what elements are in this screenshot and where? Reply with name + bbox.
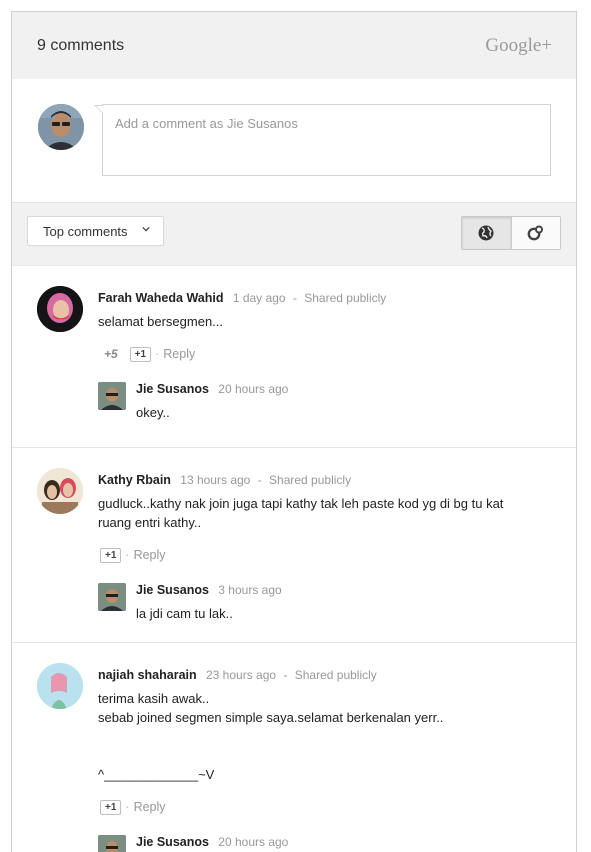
comment-actions: +5 +1 · Reply bbox=[104, 346, 196, 362]
comment-thread: Kathy Rbain 13 hours ago - Shared public… bbox=[12, 448, 576, 643]
sort-label: Top comments bbox=[43, 223, 128, 239]
circles-icon bbox=[527, 225, 544, 241]
chevron-down-icon bbox=[141, 226, 150, 232]
reply-link[interactable]: Reply bbox=[134, 548, 166, 562]
reply-timestamp[interactable]: 3 hours ago bbox=[218, 583, 281, 597]
compose-area bbox=[12, 79, 576, 203]
author-avatar[interactable] bbox=[37, 663, 83, 709]
reply-item: Jie Susanos 3 hours ago la jdi cam tu la… bbox=[12, 583, 576, 623]
comment-meta: Kathy Rbain 13 hours ago - Shared public… bbox=[98, 473, 352, 487]
comment-line: sebab joined segmen simple saya.selamat … bbox=[98, 710, 444, 725]
comment-input[interactable] bbox=[113, 115, 537, 132]
author-name[interactable]: najiah shaharain bbox=[98, 668, 197, 682]
comment-thread: Farah Waheda Wahid 1 day ago - Shared pu… bbox=[12, 266, 576, 448]
sort-dropdown[interactable]: Top comments bbox=[27, 216, 164, 246]
comment-thread: najiah shaharain 23 hours ago - Shared p… bbox=[12, 643, 576, 852]
comment-line bbox=[98, 727, 576, 746]
reply-item: Jie Susanos 20 hours ago okey.. bbox=[12, 382, 576, 422]
reply-avatar[interactable] bbox=[98, 583, 126, 611]
reply-timestamp[interactable]: 20 hours ago bbox=[218, 382, 288, 396]
comment-text: terima kasih awak.. sebab joined segmen … bbox=[98, 689, 576, 784]
comment-text: gudluck..kathy nak join juga tapi kathy … bbox=[98, 496, 504, 530]
comment-count: 9 comments bbox=[37, 36, 125, 54]
comment-box[interactable] bbox=[94, 104, 551, 176]
reply-link[interactable]: Reply bbox=[163, 347, 195, 361]
reply-author-name[interactable]: Jie Susanos bbox=[136, 583, 209, 597]
plus-one-button[interactable]: +1 bbox=[129, 346, 152, 362]
reply-text: okey.. bbox=[136, 405, 170, 420]
plus-one-button[interactable]: +1 bbox=[100, 799, 122, 815]
comment-meta: Farah Waheda Wahid 1 day ago - Shared pu… bbox=[98, 291, 387, 305]
view-toggle bbox=[461, 216, 561, 250]
public-view-button[interactable] bbox=[462, 217, 512, 249]
current-user-avatar[interactable] bbox=[38, 104, 84, 150]
author-avatar[interactable] bbox=[37, 468, 83, 514]
comments-toolbar: Top comments bbox=[12, 203, 576, 266]
reply-avatar[interactable] bbox=[98, 835, 126, 852]
reply-link[interactable]: Reply bbox=[134, 800, 166, 814]
comment-line: terima kasih awak.. bbox=[98, 691, 210, 706]
circles-view-button[interactable] bbox=[511, 217, 560, 249]
plus-count[interactable]: +5 bbox=[104, 347, 118, 361]
comment-meta: najiah shaharain 23 hours ago - Shared p… bbox=[98, 668, 377, 682]
reply-author-name[interactable]: Jie Susanos bbox=[136, 382, 209, 396]
timestamp[interactable]: 1 day ago bbox=[233, 291, 286, 305]
comment-text: selamat bersegmen... bbox=[98, 314, 224, 329]
comment-line: ^_____________~V bbox=[98, 767, 215, 782]
timestamp[interactable]: 23 hours ago bbox=[206, 668, 276, 682]
comment-line bbox=[98, 746, 576, 765]
reply-item: Jie Susanos 20 hours ago bbox=[12, 835, 576, 852]
plus-one-button[interactable]: +1 bbox=[100, 547, 122, 563]
reply-timestamp[interactable]: 20 hours ago bbox=[218, 835, 288, 849]
visibility-label: Shared publicly bbox=[294, 668, 377, 682]
widget-header: 9 comments Google+ bbox=[12, 12, 576, 79]
author-avatar[interactable] bbox=[37, 286, 83, 332]
visibility-label: Shared publicly bbox=[269, 473, 352, 487]
author-name[interactable]: Farah Waheda Wahid bbox=[98, 291, 223, 305]
reply-author-name[interactable]: Jie Susanos bbox=[136, 835, 209, 849]
reply-text: la jdi cam tu lak.. bbox=[136, 606, 233, 621]
visibility-label: Shared publicly bbox=[304, 291, 387, 305]
comment-actions: +1 · Reply bbox=[98, 547, 576, 563]
timestamp[interactable]: 13 hours ago bbox=[180, 473, 250, 487]
google-plus-logo[interactable]: Google+ bbox=[485, 35, 552, 57]
globe-icon bbox=[478, 225, 494, 241]
reply-avatar[interactable] bbox=[98, 382, 126, 410]
comment-actions: +1 · Reply bbox=[98, 799, 576, 815]
author-name[interactable]: Kathy Rbain bbox=[98, 473, 171, 487]
comments-widget: 9 comments Google+ Top comments bbox=[11, 11, 577, 852]
